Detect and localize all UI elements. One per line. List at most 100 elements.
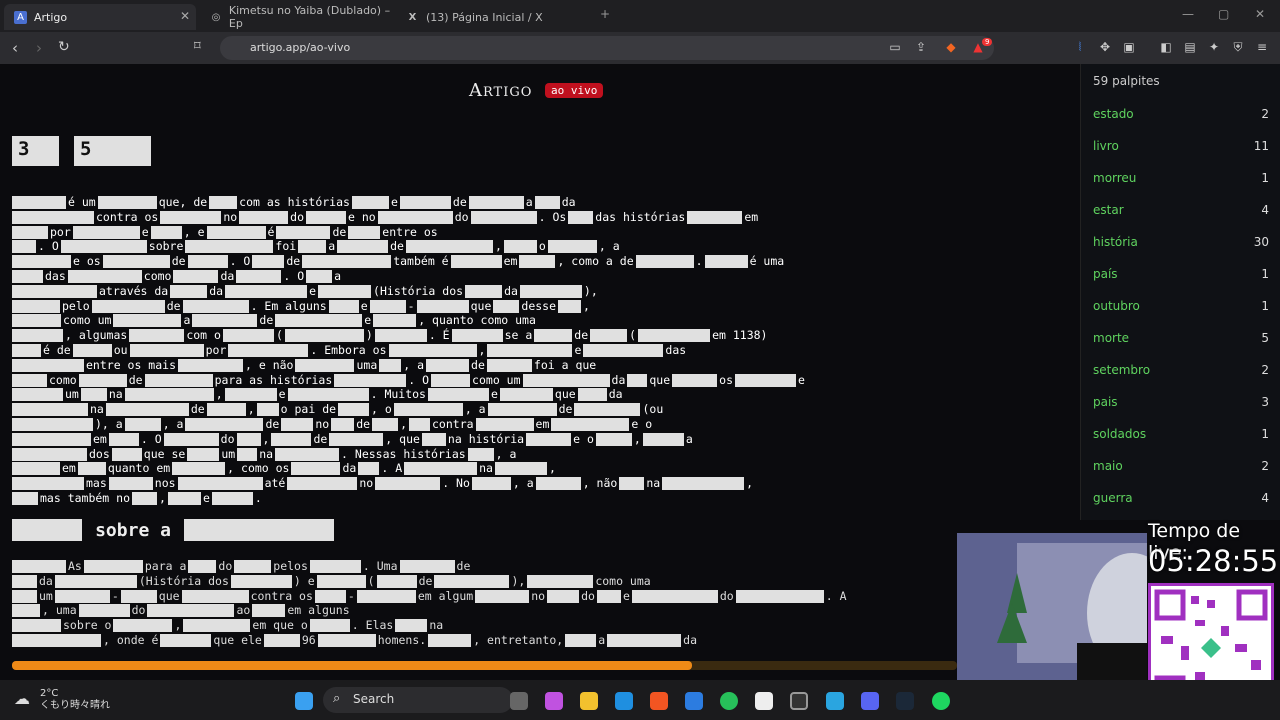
hidden-word-box[interactable] [12,329,63,343]
hidden-word-box[interactable] [192,314,258,328]
hidden-word-box[interactable] [206,225,266,239]
share-icon[interactable]: ⇪ [913,40,929,56]
hidden-word-box[interactable] [475,589,530,603]
hidden-word-box[interactable] [160,633,212,647]
hidden-word-box[interactable] [275,314,363,328]
close-tab-icon[interactable]: ✕ [180,9,190,23]
hidden-word-box[interactable] [12,491,38,505]
hidden-word-box[interactable] [12,343,41,357]
hidden-word-box[interactable] [619,477,645,491]
hidden-word-box[interactable] [309,560,361,573]
hidden-word-box[interactable] [276,225,331,239]
hidden-word-box[interactable] [421,432,446,446]
hidden-word-box[interactable] [287,477,358,491]
hidden-word-box[interactable] [147,604,235,618]
hidden-word-box[interactable] [583,343,664,357]
vpn-icon[interactable]: ⛨ [1230,40,1246,56]
hidden-word-box[interactable] [519,255,556,269]
hidden-word-box[interactable] [338,403,370,417]
hidden-word-box[interactable] [468,196,524,209]
hidden-word-box[interactable] [224,388,277,402]
hidden-word-box[interactable] [97,196,157,209]
steam-icon[interactable] [896,692,914,710]
hidden-word-box[interactable] [12,358,84,372]
guess-item[interactable]: história 30 [1093,235,1269,249]
hidden-word-box[interactable] [471,477,511,491]
hidden-word-box[interactable] [568,210,594,224]
hidden-word-box[interactable] [377,210,453,224]
hidden-word-box[interactable] [535,477,581,491]
hidden-word-box[interactable] [170,284,208,298]
hidden-word-box[interactable] [522,373,610,387]
hidden-word-box[interactable] [372,417,399,431]
hidden-word-box[interactable] [12,519,82,541]
hidden-word-box[interactable] [12,284,97,298]
hidden-word-box[interactable] [78,604,130,618]
tab-artigo[interactable]: A Artigo ✕ [4,4,196,30]
hidden-word-box[interactable] [465,284,503,298]
hidden-word-box[interactable] [124,388,214,402]
hidden-word-box[interactable] [256,403,279,417]
hidden-word-box[interactable] [416,299,469,313]
hidden-word-box[interactable] [108,477,153,491]
hidden-word-box[interactable] [470,210,537,224]
taskbar-search[interactable]: ⌕ Search [323,687,513,713]
hidden-word-box[interactable] [577,388,607,402]
hidden-word-box[interactable] [547,240,597,254]
hidden-word-box[interactable] [672,373,718,387]
hidden-word-box[interactable] [12,589,37,603]
title-word-box[interactable]: 3 [12,136,59,166]
hidden-word-box[interactable] [534,329,573,343]
hidden-word-box[interactable] [503,240,537,254]
hidden-word-box[interactable] [163,432,219,446]
hidden-word-box[interactable] [72,343,112,357]
hidden-word-box[interactable] [291,462,341,476]
hidden-word-box[interactable] [113,619,173,633]
guess-item[interactable]: guerra 4 [1093,491,1269,505]
hidden-word-box[interactable] [434,574,510,588]
menu-icon[interactable]: ≡ [1254,40,1270,56]
hidden-word-box[interactable] [358,462,380,476]
guess-item[interactable]: maio 2 [1093,459,1269,473]
hidden-word-box[interactable] [467,447,494,461]
hidden-word-box[interactable] [295,358,355,372]
hidden-word-box[interactable] [369,299,406,313]
hidden-word-box[interactable] [306,210,347,224]
hidden-word-box[interactable] [428,633,472,647]
discord-icon[interactable] [861,692,879,710]
hidden-word-box[interactable] [12,210,94,224]
guess-item[interactable]: outubro 1 [1093,299,1269,313]
hidden-word-box[interactable] [309,619,350,633]
hidden-word-box[interactable] [160,210,222,224]
hidden-word-box[interactable] [704,255,748,269]
hidden-word-box[interactable] [72,225,140,239]
hidden-word-box[interactable] [316,574,366,588]
hidden-word-box[interactable] [735,373,797,387]
hidden-word-box[interactable] [527,574,594,588]
tab-x[interactable]: X (13) Página Inicial / X [396,4,588,30]
hidden-word-box[interactable] [67,269,142,283]
hidden-word-box[interactable] [185,417,264,431]
hidden-word-box[interactable] [12,477,84,491]
url-field[interactable]: artigo.app/ao-vivo [220,36,994,60]
guess-item[interactable]: estado 2 [1093,107,1269,121]
file-explorer-icon[interactable] [580,692,598,710]
hidden-word-box[interactable] [12,403,88,417]
title-word-box[interactable]: 5 [74,136,151,166]
hidden-word-box[interactable] [181,589,249,603]
edge-icon[interactable] [615,692,633,710]
hidden-word-box[interactable] [183,619,251,633]
brave-icon[interactable] [650,692,668,710]
hidden-word-box[interactable] [263,633,300,647]
guess-item[interactable]: morreu 1 [1093,171,1269,185]
whatsapp-icon[interactable] [720,692,738,710]
guess-item[interactable]: livro 11 [1093,139,1269,153]
hidden-word-box[interactable] [102,255,170,269]
hidden-word-box[interactable] [60,240,147,254]
hidden-word-box[interactable] [388,343,477,357]
weather-icon[interactable]: ☁ [14,689,30,708]
copilot-icon[interactable] [545,692,563,710]
hidden-word-box[interactable] [427,388,489,402]
guess-item[interactable]: estar 4 [1093,203,1269,217]
cast-icon[interactable]: ▭ [887,40,903,56]
